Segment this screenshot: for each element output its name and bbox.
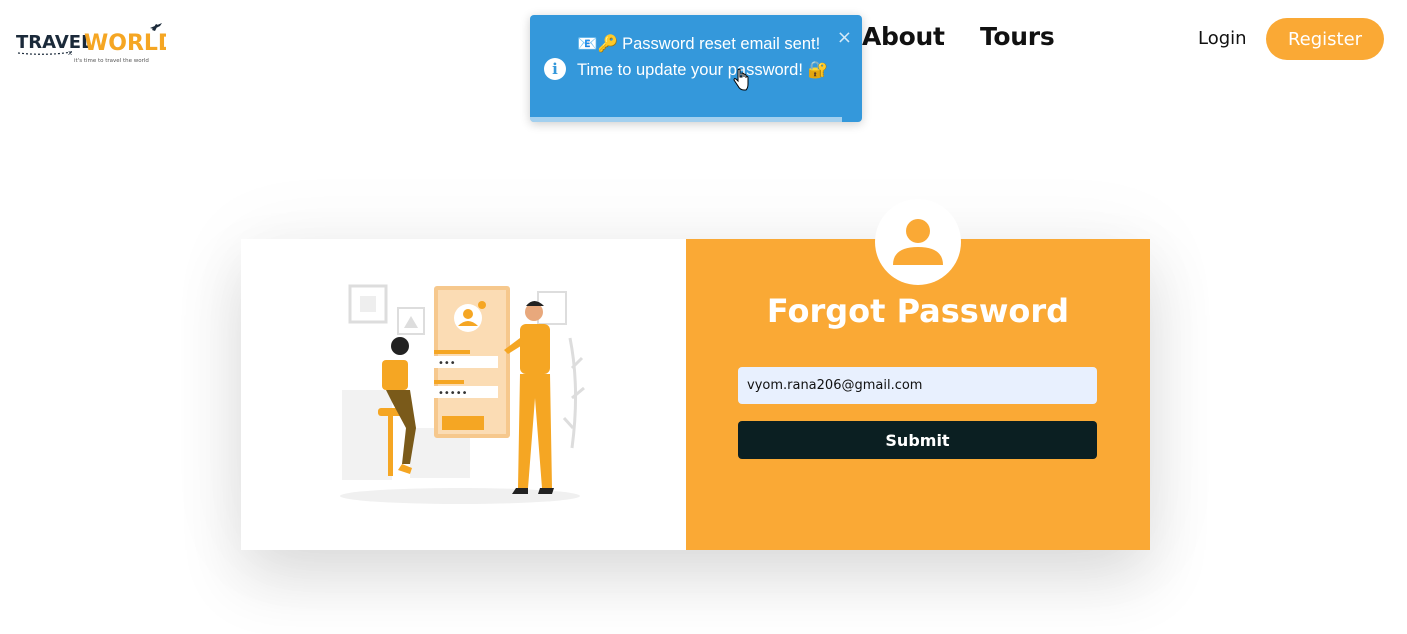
close-icon[interactable]: × bbox=[837, 27, 852, 48]
page-title: Forgot Password bbox=[766, 292, 1070, 330]
svg-text:TRAVEL: TRAVEL bbox=[16, 32, 93, 53]
email-input[interactable] bbox=[738, 367, 1097, 404]
hand-cursor-icon bbox=[733, 68, 749, 91]
toast-progress-bar bbox=[530, 117, 843, 122]
svg-text:•••: ••• bbox=[438, 358, 456, 369]
toast-emoji-suffix: 🔐 bbox=[807, 60, 829, 79]
submit-button[interactable]: Submit bbox=[738, 421, 1097, 459]
toast-message-container: 📧🔑 Password reset email sent! Time to upd… bbox=[577, 32, 837, 83]
user-icon bbox=[893, 219, 943, 265]
svg-text:x: x bbox=[68, 49, 72, 57]
login-button[interactable]: Login bbox=[1198, 28, 1247, 49]
register-button[interactable]: Register bbox=[1266, 18, 1384, 60]
info-icon: i bbox=[544, 58, 566, 80]
site-logo[interactable]: TRAVEL WORLD x it's time to travel the w… bbox=[16, 20, 176, 66]
login-illustration: ••• ••••• bbox=[340, 284, 585, 504]
logo-tagline: it's time to travel the world bbox=[74, 58, 149, 64]
nav-link-about[interactable]: About bbox=[862, 22, 945, 51]
toast-emoji-prefix: 📧🔑 bbox=[577, 35, 619, 53]
svg-text:•••••: ••••• bbox=[438, 388, 468, 399]
nav-link-tours[interactable]: Tours bbox=[980, 22, 1055, 51]
user-avatar bbox=[875, 199, 961, 285]
page: TRAVEL WORLD x it's time to travel the w… bbox=[0, 0, 1407, 634]
svg-text:WORLD: WORLD bbox=[84, 31, 166, 56]
toast-notification: i 📧🔑 Password reset email sent! Time to u… bbox=[530, 15, 862, 122]
